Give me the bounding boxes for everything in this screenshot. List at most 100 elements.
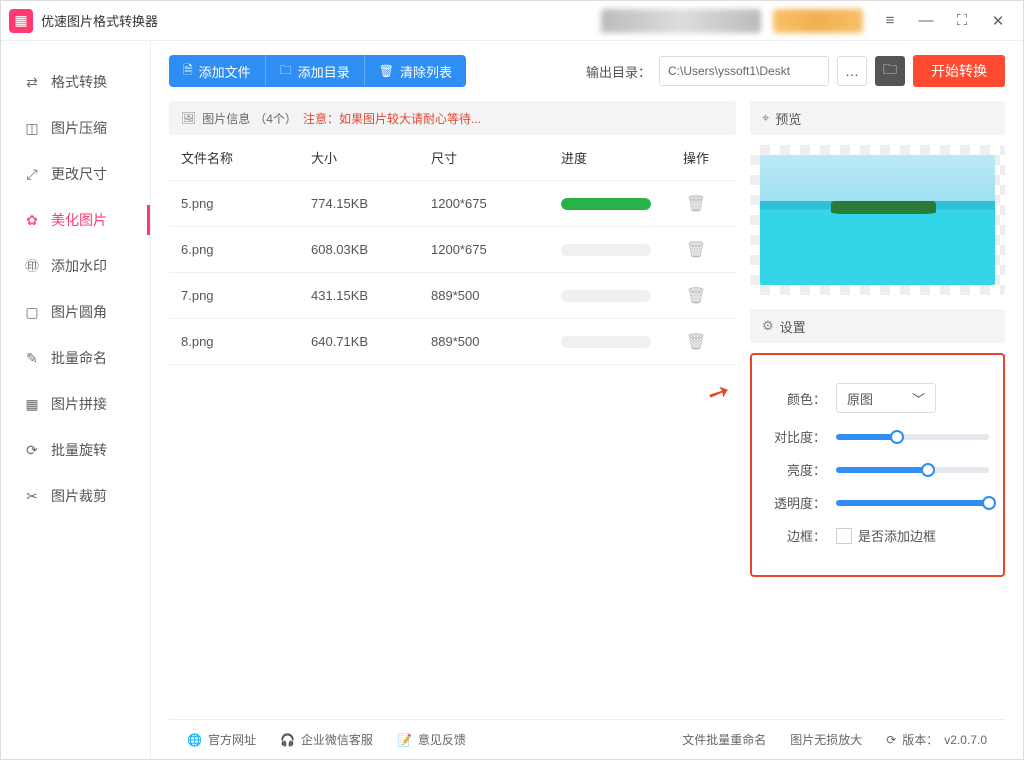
app-logo-icon: ▦ (9, 9, 33, 33)
sidebar-icon: ㊞ (23, 257, 41, 275)
start-label: 开始转换 (931, 61, 987, 81)
color-label: 颜色： (766, 389, 826, 408)
sidebar-item-9[interactable]: ✂图片裁剪 (1, 473, 150, 519)
table-row: 6.png608.03KB1200*675 🗑 (169, 227, 736, 273)
opacity-slider[interactable] (836, 500, 989, 506)
sidebar-item-label: 批量命名 (51, 348, 107, 368)
headset-icon: 🎧 (280, 733, 295, 747)
cell-progress (561, 198, 671, 210)
sidebar-item-8[interactable]: ⟳批量旋转 (1, 427, 150, 473)
progress-bar (561, 336, 651, 348)
sidebar-item-2[interactable]: ⤢更改尺寸 (1, 151, 150, 197)
sidebar-item-3[interactable]: ✿美化图片 (1, 197, 150, 243)
cell-progress (561, 290, 671, 302)
zoom-label: 图片无损放大 (790, 731, 862, 748)
sidebar-item-6[interactable]: ✎ 批量命名 (1, 335, 150, 381)
wechat-service-link[interactable]: 🎧企业微信客服 (280, 731, 373, 748)
rename-label: 文件批量重命名 (682, 731, 766, 748)
menu-icon[interactable]: ≡ (879, 10, 901, 32)
sidebar-item-0[interactable]: ⇄ 格式转换 (1, 59, 150, 105)
sidebar-icon: ✎ (23, 349, 41, 367)
image-zoom-link[interactable]: 图片无损放大 (790, 731, 862, 748)
brightness-slider[interactable] (836, 467, 989, 473)
version-value: v2.0.7.0 (944, 733, 987, 747)
cell-dim: 1200*675 (431, 242, 561, 257)
version-label: 版本： (902, 731, 938, 748)
cell-name: 5.png (181, 196, 311, 211)
cell-name: 8.png (181, 334, 311, 349)
sidebar-item-label: 格式转换 (51, 72, 107, 92)
sidebar-item-label: 美化图片 (51, 210, 107, 230)
preview-image (760, 155, 995, 285)
progress-bar (561, 198, 651, 210)
table-row: 7.png431.15KB889*500🗑 (169, 273, 736, 319)
cell-size: 774.15KB (311, 196, 431, 211)
cell-size: 608.03KB (311, 242, 431, 257)
delete-button[interactable]: 🗑 (686, 288, 706, 305)
sidebar-icon: ▦ (23, 395, 41, 413)
version-info: ⟳ 版本： v2.0.7.0 (886, 731, 987, 748)
clear-label: 清除列表 (400, 62, 452, 81)
minimize-button[interactable]: — (915, 10, 937, 32)
output-dir-input[interactable] (659, 56, 829, 86)
info-count: （4个） (254, 110, 297, 127)
gear-icon: ⚙ (762, 318, 774, 334)
progress-bar (561, 290, 651, 302)
sidebar: ⇄ 格式转换 ◫图片压缩⤢更改尺寸✿美化图片㊞添加水印▢图片圆角 ✎ 批量命名 ▦图片拼接… (1, 41, 151, 759)
col-size-header: 大小 (311, 148, 431, 167)
col-act-header: 操作 (671, 148, 721, 167)
border-label: 边框： (766, 526, 826, 545)
opacity-label: 透明度： (766, 493, 826, 512)
col-prog-header: 进度 (561, 148, 671, 167)
close-button[interactable]: ✕ (987, 10, 1009, 32)
settings-header: ⚙设置 (750, 309, 1005, 343)
maximize-button[interactable]: ⛶ (951, 10, 973, 32)
sidebar-item-label: 更改尺寸 (51, 164, 107, 184)
info-bar: 🖼 图片信息 （4个） 注意：如果图片较大请耐心等待... (169, 101, 736, 135)
cell-name: 6.png (181, 242, 311, 257)
add-file-label: 添加文件 (199, 62, 251, 81)
delete-button[interactable]: 🗑 (686, 334, 706, 351)
contrast-slider[interactable] (836, 434, 989, 440)
add-dir-label: 添加目录 (298, 62, 350, 81)
info-warning: 注意：如果图片较大请耐心等待... (303, 110, 481, 127)
sidebar-item-1[interactable]: ◫图片压缩 (1, 105, 150, 151)
feedback-link[interactable]: 📝 意见反馈 (397, 731, 466, 748)
output-dir-label: 输出目录： (586, 62, 651, 81)
image-icon: 🖼 (181, 111, 196, 125)
open-folder-button[interactable]: 🗀 (875, 56, 905, 86)
color-value: 原图 (847, 389, 873, 408)
batch-rename-link[interactable]: 文件批量重命名 (682, 731, 766, 748)
info-label: 图片信息 (202, 110, 250, 127)
clear-list-button[interactable]: 🗑 清除列表 (364, 55, 466, 87)
feedback-icon: 📝 (397, 733, 412, 747)
browse-button[interactable]: … (837, 56, 867, 86)
border-check-label: 是否添加边框 (858, 526, 936, 545)
blurred-region (601, 9, 761, 33)
sidebar-icon: ⟳ (23, 441, 41, 459)
toolbar: 🗎添加文件 🗀添加目录 🗑 清除列表 输出目录： … 🗀 开始转换 (169, 55, 1005, 87)
add-file-button[interactable]: 🗎添加文件 (169, 55, 265, 87)
refresh-icon: ⟳ (886, 733, 896, 747)
feedback-label: 意见反馈 (418, 731, 466, 748)
table-row: 8.png640.71KB889*500🗑 (169, 319, 736, 365)
official-site-link[interactable]: 🌐 官方网址 (187, 731, 256, 748)
delete-button[interactable]: 🗑 (686, 196, 706, 213)
sidebar-item-4[interactable]: ㊞添加水印 (1, 243, 150, 289)
cell-dim: 1200*675 (431, 196, 561, 211)
sidebar-icon: ⇄ (23, 73, 41, 91)
color-select[interactable]: 原图﹀ (836, 383, 936, 413)
trash-icon: 🗑 (379, 64, 394, 78)
start-convert-button[interactable]: 开始转换 (913, 55, 1005, 87)
app-title: 优速图片格式转换器 (41, 11, 158, 30)
preview-title: 预览 (775, 109, 801, 128)
brightness-label: 亮度： (766, 460, 826, 479)
border-checkbox[interactable] (836, 528, 852, 544)
site-label: 官方网址 (208, 731, 256, 748)
sidebar-item-7[interactable]: ▦图片拼接 (1, 381, 150, 427)
scan-icon: ⌖ (762, 110, 769, 126)
add-dir-button[interactable]: 🗀添加目录 (265, 55, 364, 87)
sidebar-item-5[interactable]: ▢图片圆角 (1, 289, 150, 335)
globe-icon: 🌐 (187, 733, 202, 747)
delete-button[interactable]: 🗑 (686, 242, 706, 259)
